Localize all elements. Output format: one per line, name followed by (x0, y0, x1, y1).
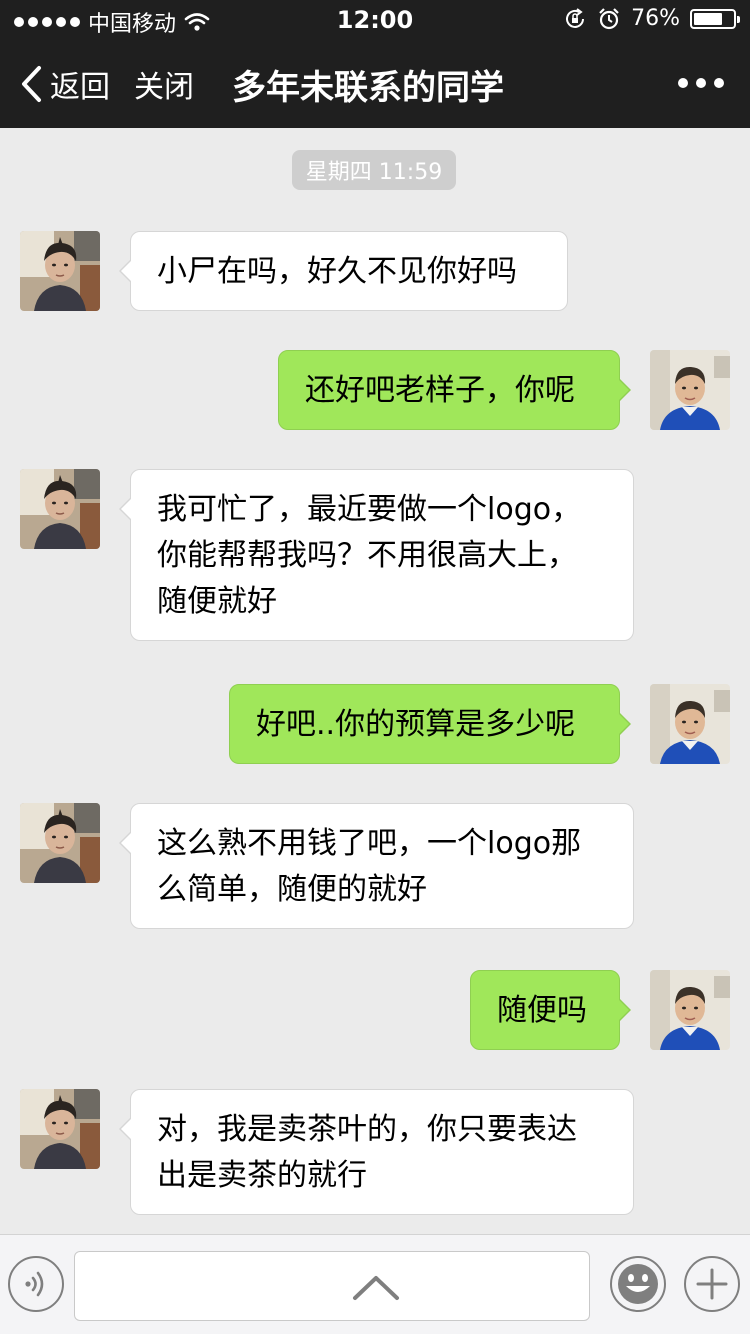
contact-avatar[interactable] (20, 1089, 100, 1169)
message-text-line: 还好吧老样子，你呢 (305, 373, 575, 408)
outgoing-message-bubble[interactable]: 还好吧老样子，你呢 (278, 350, 631, 430)
back-label: 返回 (50, 70, 110, 105)
close-button[interactable]: 关闭 (134, 62, 194, 106)
status-bar: 中国移动 12:00 76% (0, 0, 750, 40)
rotation-lock-icon (566, 7, 585, 28)
battery-fill (694, 12, 722, 25)
chat-timestamp: 星期四 11:59 (292, 150, 456, 190)
message-input[interactable] (74, 1251, 590, 1321)
my-avatar[interactable] (650, 684, 730, 764)
status-right: 76% (563, 6, 740, 31)
message-text-line: 这么熟不用钱了吧，一个logo那 (157, 826, 582, 861)
chevron-left-icon (22, 66, 41, 102)
incoming-message-bubble[interactable]: 这么熟不用钱了吧，一个logo那 么简单，随便的就好 (119, 803, 634, 929)
contact-avatar[interactable] (20, 803, 100, 883)
message-text-line: 随便吗 (497, 993, 587, 1028)
outgoing-message-bubble[interactable]: 好吧..你的预算是多少呢 (229, 684, 631, 764)
battery-icon (690, 8, 740, 29)
chevron-up-icon (353, 1276, 399, 1300)
message-text-line: 小尸在吗，好久不见你好吗 (157, 254, 517, 289)
page-title: 多年未联系的同学 (232, 67, 504, 108)
battery-percent: 76% (631, 6, 680, 31)
back-button[interactable]: 返回 (20, 62, 110, 106)
more-icon (678, 78, 688, 88)
incoming-message-bubble[interactable]: 小尸在吗，好久不见你好吗 (119, 231, 568, 311)
more-button[interactable] (678, 78, 724, 88)
nav-bar: 返回 关闭 多年未联系的同学 (0, 40, 750, 128)
alarm-icon (599, 7, 619, 29)
my-avatar[interactable] (650, 350, 730, 430)
message-text-line: 你能帮帮我吗？不用很高大上， (157, 538, 577, 573)
voice-button[interactable] (8, 1256, 64, 1312)
contact-avatar[interactable] (20, 469, 100, 549)
message-text-line: 出是卖茶的就行 (157, 1158, 367, 1193)
voice-icon (25, 1271, 44, 1297)
close-label: 关闭 (134, 70, 194, 105)
incoming-message-bubble[interactable]: 对，我是卖茶叶的，你只要表达 出是卖茶的就行 (119, 1089, 634, 1215)
my-avatar[interactable] (650, 970, 730, 1050)
emoji-button[interactable] (610, 1256, 666, 1312)
plus-icon (696, 1268, 728, 1300)
message-text-line: 么简单，随便的就好 (157, 872, 427, 907)
incoming-message-bubble[interactable]: 我可忙了，最近要做一个logo， 你能帮帮我吗？不用很高大上， 随便就好 (119, 469, 634, 641)
input-bar (0, 1234, 750, 1334)
outgoing-message-bubble[interactable]: 随便吗 (470, 970, 631, 1050)
contact-avatar[interactable] (20, 231, 100, 311)
message-text-line: 我可忙了，最近要做一个logo， (157, 492, 582, 527)
plus-button[interactable] (684, 1256, 740, 1312)
message-text-line: 对，我是卖茶叶的，你只要表达 (157, 1112, 577, 1147)
emoji-icon (618, 1264, 658, 1304)
message-text-line: 好吧..你的预算是多少呢 (256, 707, 576, 742)
message-text-line: 随便就好 (157, 584, 277, 619)
